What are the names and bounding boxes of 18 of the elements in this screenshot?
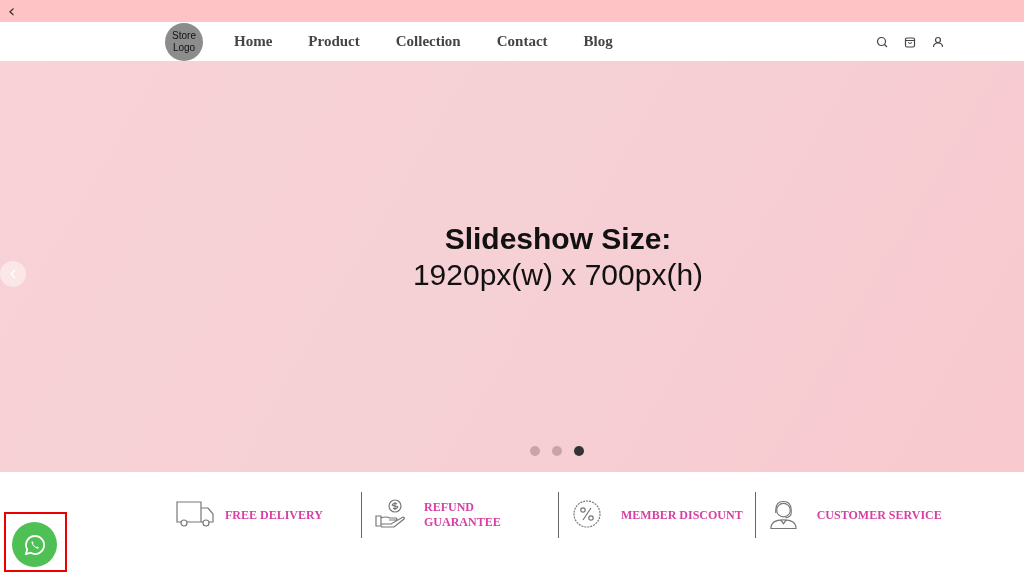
nav-link[interactable]: Contact xyxy=(496,33,548,50)
nav-link[interactable]: Blog xyxy=(583,33,613,50)
feature-label: REFUND GUARANTEE xyxy=(424,500,502,530)
slide-subtitle: 1920px(w) x 700px(h) xyxy=(412,256,704,293)
back-button[interactable]: ‹ xyxy=(6,2,18,20)
store-logo[interactable]: Store Logo xyxy=(165,22,203,61)
slide-dot[interactable] xyxy=(530,446,540,456)
slide-dot[interactable] xyxy=(574,446,584,456)
feature-label: MEMBER DISCOUNT xyxy=(621,507,744,523)
nav-link[interactable]: Product xyxy=(308,33,360,50)
slide-dot[interactable] xyxy=(552,446,562,456)
nav-link[interactable]: Collection xyxy=(395,33,461,50)
phone-chat-icon xyxy=(22,532,47,557)
chevron-left-icon xyxy=(7,268,19,280)
nav-link[interactable]: Home xyxy=(234,33,273,50)
feature-label: FREE DELIVERY xyxy=(225,507,324,523)
slide-title: Slideshow Size: xyxy=(443,220,673,257)
feature-label: CUSTOMER SERVICE xyxy=(816,507,943,523)
